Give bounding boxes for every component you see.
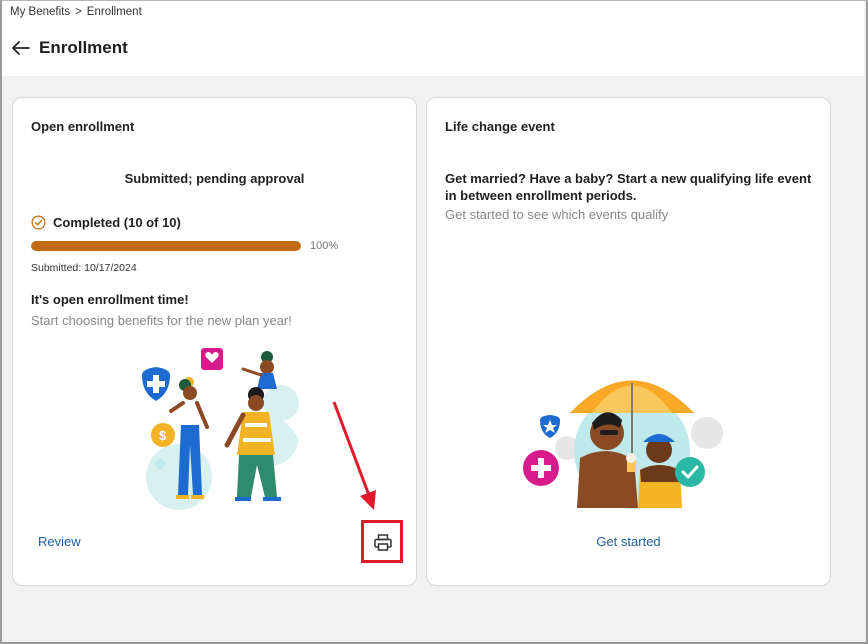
progress: 100%: [31, 240, 338, 252]
life-change-subtext: Get started to see which events qualify: [445, 207, 669, 222]
progress-percent: 100%: [310, 240, 339, 252]
family-illustration: $: [142, 348, 299, 510]
beach-illustration: [523, 380, 723, 509]
enrollment-status: Submitted; pending approval: [124, 171, 305, 186]
svg-text:$: $: [159, 428, 167, 443]
breadcrumb-current: Enrollment: [86, 6, 142, 18]
life-change-card: Life change event Get married? Have a ba…: [426, 97, 831, 586]
page-header: My Benefits > Enrollment Enrollment: [2, 1, 864, 76]
life-change-title: Life change event: [445, 119, 555, 134]
completed-row: Completed (10 of 10): [31, 215, 181, 230]
get-started-link[interactable]: Get started: [427, 534, 830, 549]
check-circle-icon: [31, 215, 46, 230]
arrow-left-icon: [12, 41, 30, 55]
review-link[interactable]: Review: [38, 534, 81, 549]
back-button[interactable]: [11, 38, 31, 58]
progress-track: [31, 241, 301, 251]
submitted-date: Submitted: 10/17/2024: [31, 262, 137, 274]
breadcrumb-separator: >: [75, 6, 82, 18]
completed-label: Completed (10 of 10): [53, 215, 181, 230]
promo-heading: It's open enrollment time!: [31, 292, 189, 307]
progress-fill: [31, 241, 301, 251]
breadcrumb-my-benefits[interactable]: My Benefits: [10, 6, 70, 18]
page-title: Enrollment: [39, 38, 128, 57]
annotation-arrow-icon: [332, 401, 376, 510]
breadcrumb: My Benefits > Enrollment: [10, 6, 142, 18]
life-change-heading: Get married? Have a baby? Start a new qu…: [445, 171, 812, 203]
promo-subtext: Start choosing benefits for the new plan…: [31, 313, 292, 328]
open-enrollment-title: Open enrollment: [31, 119, 135, 134]
annotation-highlight-box: [361, 520, 403, 563]
